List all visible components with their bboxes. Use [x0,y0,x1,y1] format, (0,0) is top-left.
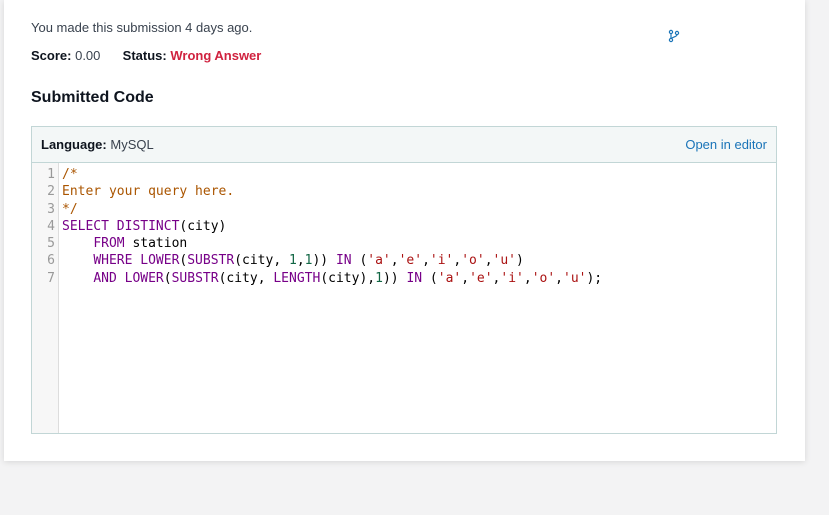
code-line: /* [62,163,776,183]
submitted-code-heading: Submitted Code [31,89,154,106]
line-number: 6 [47,253,55,269]
code-token-comment: Enter your query here. [62,184,235,200]
code-line: WHERE LOWER(SUBSTR(city, 1,1)) IN ('a','… [62,252,776,269]
code-token-keyword: IN [406,270,423,286]
code-token-keyword: IN [335,253,352,269]
code-token-plain: , [461,270,470,286]
code-token-plain: ); [586,270,603,286]
line-number: 2 [47,184,55,200]
status-value: Wrong Answer [170,48,262,63]
code-token-plain: (city) [179,218,227,234]
score-status-row: Score: 0.00 Status: Wrong Answer [31,48,261,63]
code-token-plain: )) [312,253,336,269]
code-token-string: 'a' [367,253,391,269]
code-content[interactable]: /* Enter your query here. */SELECT DISTINC… [62,163,776,287]
code-token-keyword: SUBSTR [171,270,219,286]
code-token-string: 'o' [531,270,556,286]
code-token-plain: ) [516,253,524,269]
code-token-keyword: FROM [93,236,125,252]
code-token-number: 1 [375,270,383,286]
line-number: 5 [47,236,55,252]
code-token-plain: (city), [320,270,376,286]
code-token-keyword: WHERE LOWER [93,253,180,269]
code-token-plain: ( [163,270,172,286]
line-number: 4 [47,218,55,234]
language-label: Language: [41,137,107,152]
code-token-keyword: SELECT DISTINCT [62,218,180,234]
code-token-string: 'a' [437,270,462,286]
code-token-plain: ( [422,270,438,286]
line-number-gutter: 1 234 567 [32,163,59,433]
language-indicator: Language: MySQL [41,137,154,152]
open-in-editor-link[interactable]: Open in editor [685,137,767,152]
code-line: Enter your query here. [62,183,776,200]
code-token-string: 'o' [461,253,485,269]
code-line: SELECT DISTINCT(city) [62,218,776,235]
score-label: Score: [31,48,72,63]
code-token-comment: */ [62,201,78,217]
code-token-plain: , [390,253,399,269]
status-label: Status: [122,48,167,63]
code-token-plain: , [296,253,305,269]
code-token-plain: ( [351,253,368,269]
code-token-plain: , [484,253,493,269]
code-token-keyword: AND LOWER [93,270,164,286]
code-line: FROM station [62,235,776,252]
code-line: AND LOWER(SUBSTR(city, LENGTH(city),1)) … [62,270,776,287]
line-number: 3 [47,201,55,217]
code-token-plain: (city, [234,253,289,269]
code-panel: Language: MySQL Open in editor 1 234 567 /… [31,126,777,434]
code-token-plain: , [422,253,430,269]
code-token-keyword: LENGTH [273,270,321,286]
code-token-plain: (city, [218,270,274,286]
code-token-plain: station [124,236,188,252]
line-number: 1 [47,167,55,182]
line-number: 7 [47,270,55,286]
code-line: */ [62,201,776,218]
code-token-string: 'e' [398,253,423,269]
code-token-string: 'u' [563,270,587,286]
code-token-string: 'u' [492,253,517,269]
code-panel-header: Language: MySQL Open in editor [32,127,776,163]
code-token-plain: , [523,270,532,286]
code-token-string: 'i' [500,270,524,286]
code-viewer[interactable]: 1 234 567 /* Enter your query here. */SELECT… [32,163,776,433]
code-token-keyword: SUBSTR [187,253,235,269]
branch-icon[interactable] [667,29,681,43]
code-token-plain: , [555,270,563,286]
submission-time-text: You made this submission 4 days ago. [31,20,253,35]
code-token-string: 'e' [469,270,493,286]
code-token-plain: )) [382,270,407,286]
code-token-string: 'i' [429,253,454,269]
code-token-number: 1 [289,253,297,269]
submission-card: You made this submission 4 days ago. Sco… [4,0,805,461]
score-value: 0.00 [75,48,101,63]
language-value: MySQL [110,137,154,152]
code-token-comment: /* [62,167,78,182]
